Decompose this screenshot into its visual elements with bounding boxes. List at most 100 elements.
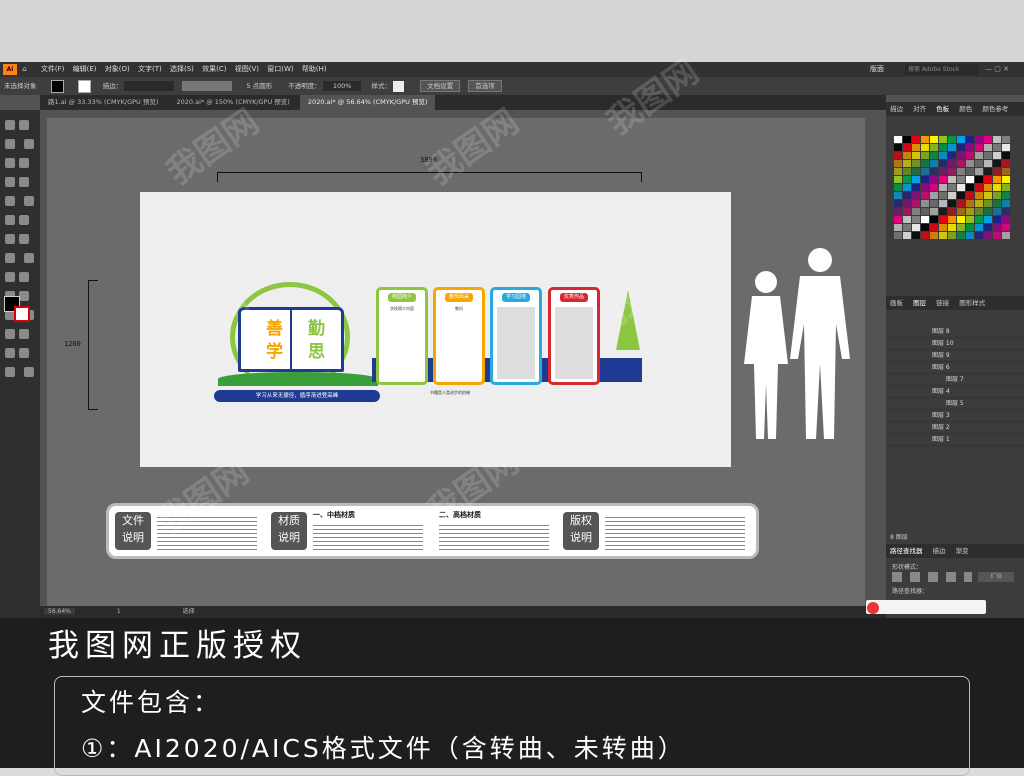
color-swatch[interactable] xyxy=(993,184,1001,191)
color-swatch[interactable] xyxy=(975,232,983,239)
color-swatch[interactable] xyxy=(1002,160,1010,167)
color-swatch[interactable] xyxy=(993,192,1001,199)
color-swatch[interactable] xyxy=(984,216,992,223)
color-swatch[interactable] xyxy=(894,184,902,191)
color-swatch[interactable] xyxy=(1002,176,1010,183)
color-swatch[interactable] xyxy=(948,152,956,159)
color-swatch[interactable] xyxy=(984,136,992,143)
color-swatch[interactable] xyxy=(894,208,902,215)
color-swatch[interactable] xyxy=(912,216,920,223)
pen-tool-icon[interactable] xyxy=(5,157,15,168)
color-swatch[interactable] xyxy=(894,152,902,159)
color-swatch[interactable] xyxy=(993,224,1001,231)
color-swatch[interactable] xyxy=(921,232,929,239)
swatch-grid[interactable] xyxy=(894,136,1010,239)
color-swatch[interactable] xyxy=(984,192,992,199)
color-swatch[interactable] xyxy=(984,184,992,191)
tab-graphic-styles[interactable]: 图形样式 xyxy=(959,299,985,307)
color-swatch[interactable] xyxy=(894,192,902,199)
color-swatch[interactable] xyxy=(948,160,956,167)
color-swatch[interactable] xyxy=(921,168,929,175)
color-swatch[interactable] xyxy=(912,160,920,167)
color-swatch[interactable] xyxy=(975,152,983,159)
color-swatch[interactable] xyxy=(1002,216,1010,223)
color-swatch[interactable] xyxy=(975,184,983,191)
color-swatch[interactable] xyxy=(912,152,920,159)
color-swatch[interactable] xyxy=(948,224,956,231)
color-swatch[interactable] xyxy=(921,144,929,151)
color-swatch[interactable] xyxy=(1002,168,1010,175)
menu-edit[interactable]: 编辑(E) xyxy=(73,62,97,77)
variable-width-profile[interactable] xyxy=(182,81,233,91)
color-swatch[interactable] xyxy=(975,160,983,167)
color-swatch[interactable] xyxy=(993,208,1001,215)
color-swatch[interactable] xyxy=(912,224,920,231)
color-swatch[interactable] xyxy=(930,160,938,167)
menu-file[interactable]: 文件(F) xyxy=(41,62,65,77)
eraser-tool-icon[interactable] xyxy=(19,214,29,225)
color-swatch[interactable] xyxy=(930,200,938,207)
color-swatch[interactable] xyxy=(930,184,938,191)
menu-select[interactable]: 选择(S) xyxy=(170,62,194,77)
layer-row[interactable]: 图层 9 xyxy=(886,350,1024,362)
menu-view[interactable]: 视图(V) xyxy=(235,62,259,77)
lasso-tool-icon[interactable] xyxy=(24,138,35,149)
color-swatch[interactable] xyxy=(912,208,920,215)
window-controls[interactable]: — ▢ ✕ xyxy=(985,62,1009,77)
color-swatch[interactable] xyxy=(957,176,965,183)
color-swatch[interactable] xyxy=(975,200,983,207)
color-swatch[interactable] xyxy=(948,144,956,151)
line-tool-icon[interactable] xyxy=(19,176,29,187)
preferences-button[interactable]: 首选项 xyxy=(468,80,502,92)
menu-type[interactable]: 文字(T) xyxy=(138,62,162,77)
ime-toolbar[interactable] xyxy=(866,600,986,614)
curvature-tool-icon[interactable] xyxy=(19,157,29,168)
color-swatch[interactable] xyxy=(930,176,938,183)
hand-tool-icon[interactable] xyxy=(5,366,15,377)
direct-selection-tool-icon[interactable] xyxy=(19,119,29,130)
color-swatch[interactable] xyxy=(957,160,965,167)
magic-wand-tool-icon[interactable] xyxy=(5,138,15,149)
color-swatch[interactable] xyxy=(939,232,947,239)
color-swatch[interactable] xyxy=(903,184,911,191)
tab-color-guide[interactable]: 颜色参考 xyxy=(982,105,1008,113)
layer-row[interactable]: 图层 7 xyxy=(886,374,1024,386)
color-swatch[interactable] xyxy=(939,200,947,207)
color-swatch[interactable] xyxy=(948,232,956,239)
color-swatch[interactable] xyxy=(984,168,992,175)
menu-window[interactable]: 窗口(W) xyxy=(267,62,293,77)
color-swatch[interactable] xyxy=(921,216,929,223)
menu-help[interactable]: 帮助(H) xyxy=(302,62,327,77)
zoom-tool-icon[interactable] xyxy=(24,366,35,377)
color-swatch[interactable] xyxy=(993,144,1001,151)
color-swatch[interactable] xyxy=(966,224,974,231)
tab-align[interactable]: 对齐 xyxy=(913,105,926,113)
color-swatch[interactable] xyxy=(930,192,938,199)
color-swatch[interactable] xyxy=(984,200,992,207)
expand-button[interactable]: 扩展 xyxy=(978,572,1014,582)
color-swatch[interactable] xyxy=(903,136,911,143)
color-swatch[interactable] xyxy=(966,136,974,143)
stock-search-input[interactable]: 搜索 Adobe Stock xyxy=(905,64,978,75)
color-swatch[interactable] xyxy=(921,208,929,215)
color-swatch[interactable] xyxy=(939,152,947,159)
color-swatch[interactable] xyxy=(957,184,965,191)
color-swatch[interactable] xyxy=(984,232,992,239)
color-swatch[interactable] xyxy=(921,184,929,191)
color-swatch[interactable] xyxy=(1002,192,1010,199)
color-swatch[interactable] xyxy=(903,176,911,183)
fill-swatch[interactable] xyxy=(50,79,64,93)
color-swatch[interactable] xyxy=(903,216,911,223)
tab-stroke[interactable]: 描边 xyxy=(890,105,903,113)
color-swatch[interactable] xyxy=(894,232,902,239)
color-swatch[interactable] xyxy=(921,224,929,231)
color-swatch[interactable] xyxy=(930,168,938,175)
color-swatch[interactable] xyxy=(1002,208,1010,215)
stroke-color-box[interactable] xyxy=(14,306,30,322)
color-swatch[interactable] xyxy=(903,224,911,231)
color-swatch[interactable] xyxy=(993,176,1001,183)
color-swatch[interactable] xyxy=(948,208,956,215)
color-swatch[interactable] xyxy=(894,136,902,143)
color-swatch[interactable] xyxy=(903,232,911,239)
tab-links[interactable]: 链接 xyxy=(936,299,949,307)
